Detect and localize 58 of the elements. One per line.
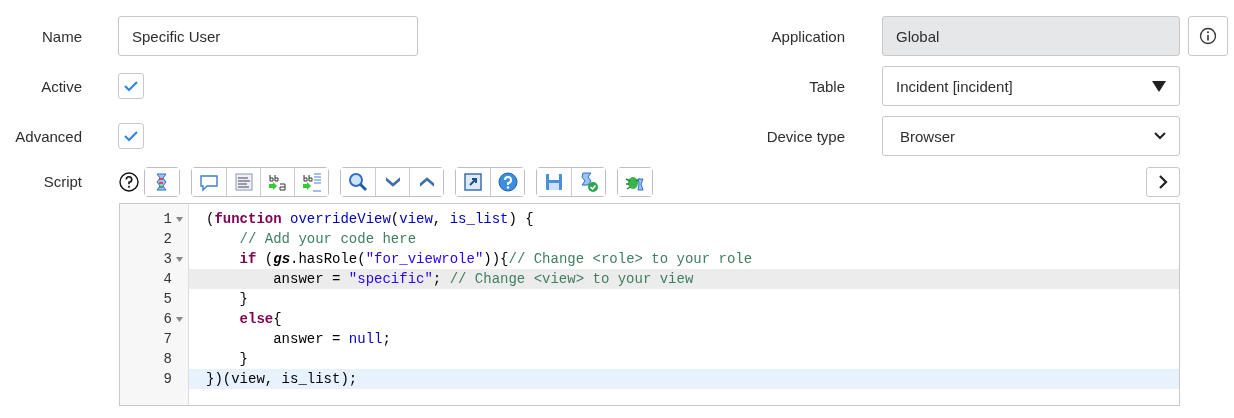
code-line: (function overrideView(view, is_list) { bbox=[206, 211, 534, 227]
code-line: answer = null; bbox=[272, 331, 391, 347]
info-button[interactable] bbox=[1188, 16, 1228, 56]
line-number: 5 bbox=[163, 291, 172, 307]
line-number: 8 bbox=[163, 351, 172, 367]
field-label: Device type bbox=[765, 127, 845, 145]
code-editor[interactable] bbox=[119, 203, 1180, 406]
checkmark-icon bbox=[124, 80, 138, 92]
chevron-up-icon bbox=[419, 177, 434, 187]
fold-arrow-icon[interactable] bbox=[175, 316, 183, 322]
checkbox[interactable] bbox=[118, 73, 144, 99]
chevron-up-button[interactable] bbox=[409, 168, 443, 196]
line-number: 7 bbox=[163, 331, 172, 347]
code-line: if (gs.hasRole("for_viewrole")){// Change <role> to your role bbox=[238, 251, 753, 267]
help-button[interactable] bbox=[490, 168, 524, 196]
chevron-down-icon bbox=[385, 177, 400, 187]
chevron-right-icon bbox=[1158, 175, 1168, 189]
save-icon bbox=[543, 171, 565, 193]
line-number: 2 bbox=[163, 231, 172, 247]
code-line: } bbox=[238, 291, 248, 307]
name-field[interactable]: Specific User bbox=[118, 16, 418, 56]
help-icon[interactable] bbox=[119, 172, 139, 192]
fold-arrow-icon[interactable] bbox=[175, 216, 183, 222]
field-label: Script bbox=[42, 172, 82, 190]
script-check-button[interactable] bbox=[571, 168, 605, 196]
code-line: // Add your code here bbox=[238, 231, 417, 247]
fold-arrow-icon[interactable] bbox=[175, 256, 183, 262]
help-icon bbox=[496, 171, 519, 193]
code-line: })(view, is_list); bbox=[206, 371, 358, 387]
line-number: 1 bbox=[163, 211, 172, 227]
field-label: Advanced bbox=[14, 127, 82, 145]
chevron-down-icon bbox=[1154, 132, 1166, 140]
code-line: } bbox=[238, 351, 248, 367]
field-label: Table bbox=[808, 77, 845, 95]
triangle-down-icon bbox=[1152, 80, 1166, 92]
device-type-select[interactable]: Browser bbox=[882, 116, 1180, 156]
info-icon bbox=[1199, 27, 1217, 45]
line-number: 6 bbox=[163, 311, 172, 327]
field-label: Application bbox=[770, 27, 845, 45]
line-number: 3 bbox=[163, 251, 172, 267]
field-label: Name bbox=[41, 27, 82, 45]
bug-button[interactable] bbox=[618, 168, 652, 196]
expand-button[interactable] bbox=[1146, 167, 1180, 197]
table-dropdown[interactable]: Incident [incident] bbox=[882, 66, 1180, 106]
code-line: else{ bbox=[238, 311, 282, 327]
search-icon bbox=[347, 171, 369, 193]
line-number: 4 bbox=[163, 271, 172, 287]
format-icon bbox=[232, 171, 255, 193]
script-button[interactable] bbox=[145, 168, 179, 196]
field-label: Active bbox=[40, 77, 82, 95]
checkmark-icon bbox=[124, 130, 138, 142]
line-number: 9 bbox=[163, 371, 172, 387]
checkbox[interactable] bbox=[118, 123, 144, 149]
replace-all-button[interactable] bbox=[294, 168, 328, 196]
replace-all-icon bbox=[300, 171, 323, 193]
application-field: Global bbox=[882, 16, 1180, 56]
expand-icon bbox=[462, 171, 484, 193]
code-line: answer = "specific"; // Change <view> to your view bbox=[272, 271, 694, 287]
